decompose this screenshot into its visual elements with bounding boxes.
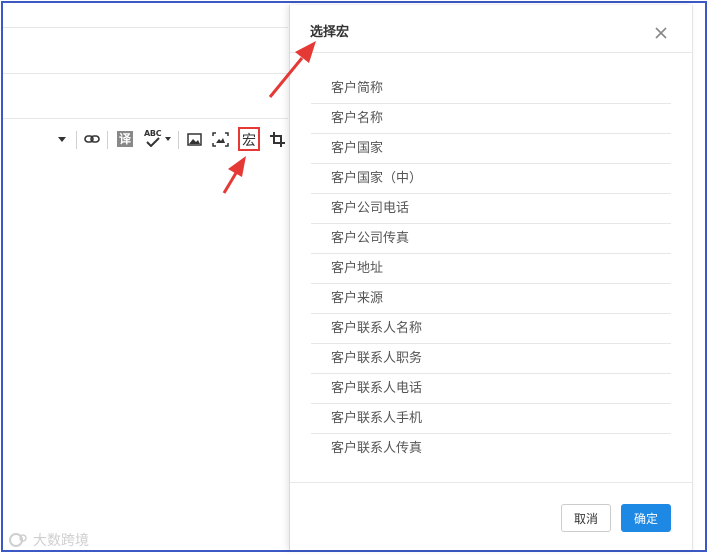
spellcheck-button[interactable]: ABC	[141, 118, 173, 160]
cancel-button[interactable]: 取消	[561, 504, 611, 532]
translate-button[interactable]: 译	[115, 118, 135, 160]
macro-item[interactable]: 客户公司电话	[311, 194, 671, 224]
dialog-title: 选择宏	[310, 25, 350, 40]
image-crop-icon[interactable]	[210, 118, 230, 160]
image-icon[interactable]	[184, 118, 204, 160]
editor-content-area[interactable]	[3, 160, 288, 550]
macro-item[interactable]: 客户国家	[311, 134, 671, 164]
macro-item[interactable]: 客户公司传真	[311, 224, 671, 254]
macro-button[interactable]: 宏	[236, 118, 262, 160]
close-icon	[655, 27, 667, 39]
confirm-button[interactable]: 确定	[621, 504, 671, 532]
dialog-footer-divider	[290, 482, 692, 483]
link-icon[interactable]	[82, 118, 102, 160]
macro-list: 客户简称 客户名称 客户国家 客户国家（中） 客户公司电话 客户公司传真 客户地…	[311, 74, 671, 464]
watermark-logo-icon	[9, 533, 27, 547]
macro-item[interactable]: 客户简称	[311, 74, 671, 104]
spellcheck-caret-icon	[165, 137, 171, 141]
macro-item[interactable]: 客户联系人职务	[311, 344, 671, 374]
toolbar-separator	[76, 131, 77, 149]
macro-label: 宏	[238, 127, 260, 151]
macro-item[interactable]: 客户来源	[311, 284, 671, 314]
macro-item[interactable]: 客户名称	[311, 104, 671, 134]
macro-item[interactable]: 客户联系人名称	[311, 314, 671, 344]
header-divider-top	[3, 27, 288, 28]
dropdown-caret-icon[interactable]	[55, 118, 69, 160]
watermark-text: 大数跨境	[33, 533, 89, 549]
translate-label: 译	[117, 131, 133, 147]
header-divider-middle	[3, 73, 288, 74]
toolbar-separator	[178, 131, 179, 149]
toolbar-separator	[107, 131, 108, 149]
dialog-header-divider	[290, 52, 692, 53]
macro-item[interactable]: 客户联系人手机	[311, 404, 671, 434]
watermark: 大数跨境	[8, 530, 89, 550]
crop-icon[interactable]	[267, 118, 287, 160]
editor-toolbar: 译 ABC 宏	[3, 118, 288, 160]
macro-item[interactable]: 客户联系人电话	[311, 374, 671, 404]
close-button[interactable]	[653, 25, 669, 41]
macro-item[interactable]: 客户联系人传真	[311, 434, 671, 464]
select-macro-dialog: 选择宏 客户简称 客户名称 客户国家 客户国家（中） 客户公司电话 客户公司传真…	[289, 5, 693, 550]
checkmark-icon	[146, 137, 160, 147]
macro-item[interactable]: 客户地址	[311, 254, 671, 284]
macro-item[interactable]: 客户国家（中）	[311, 164, 671, 194]
